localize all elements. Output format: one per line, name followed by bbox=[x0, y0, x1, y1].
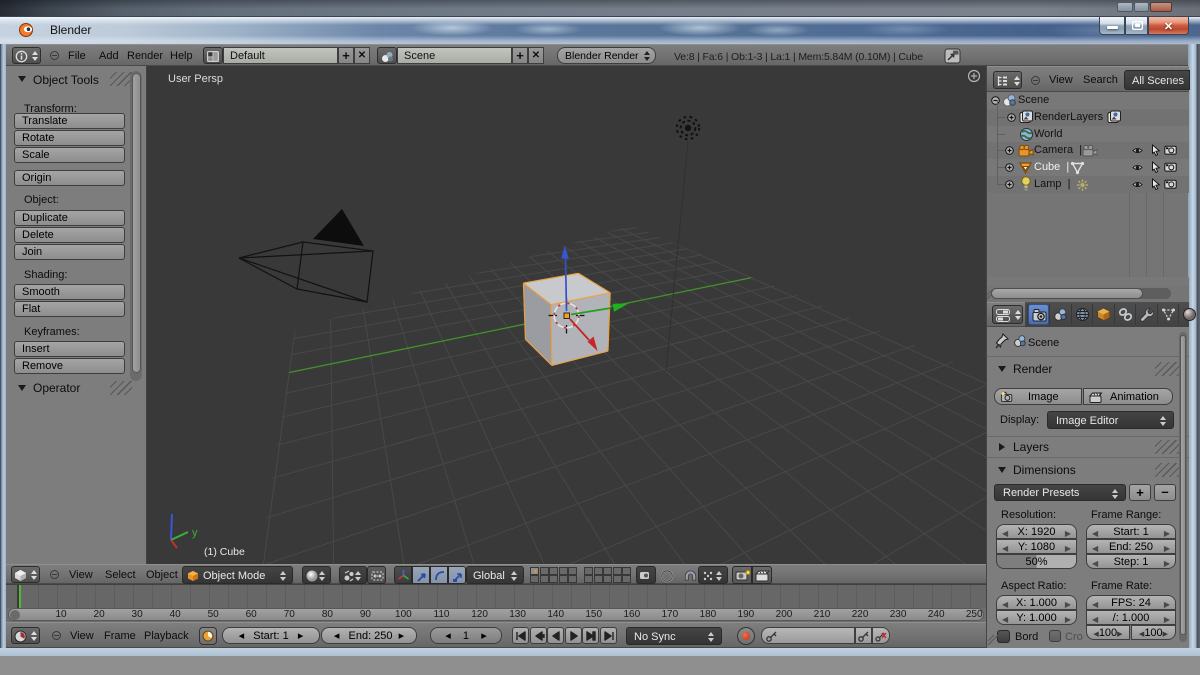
svg-text:(1) Cube: (1) Cube bbox=[204, 546, 245, 558]
svg-text:y: y bbox=[192, 527, 198, 539]
svg-text:User Persp: User Persp bbox=[168, 73, 223, 85]
